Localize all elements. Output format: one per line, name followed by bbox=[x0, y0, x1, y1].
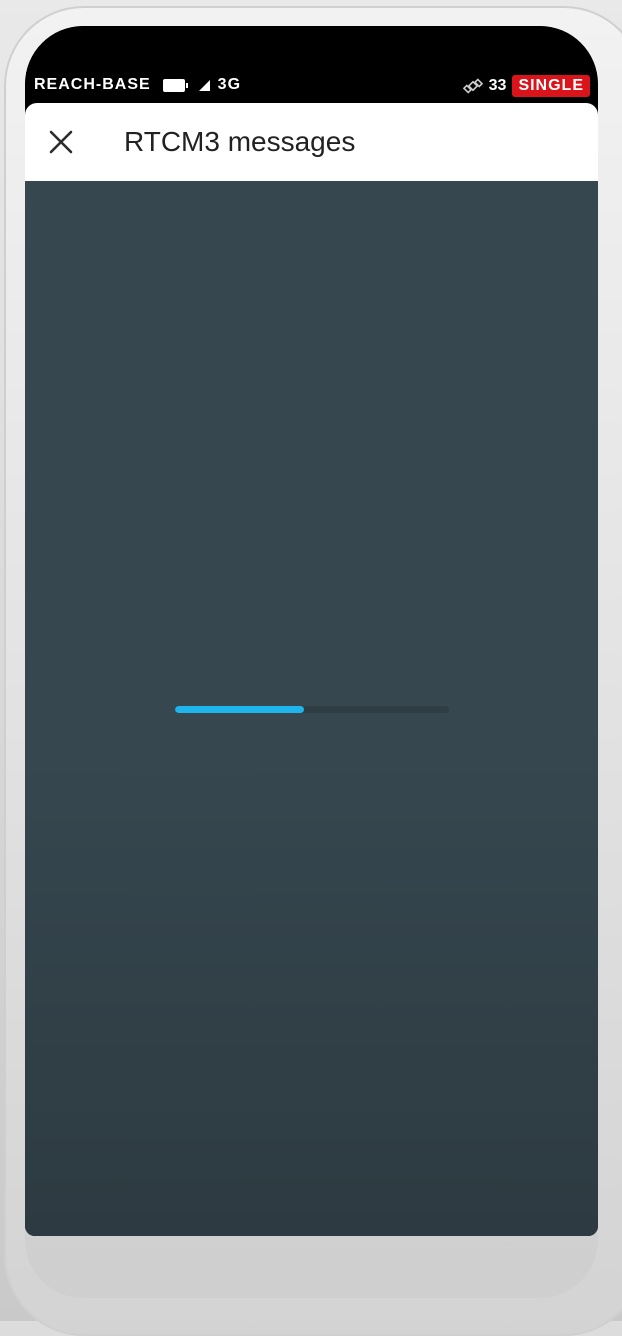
device-bezel: REACH-BASE 3G 33 SINGLE RTCM3 messages bbox=[25, 26, 598, 1298]
page-title: RTCM3 messages bbox=[124, 126, 356, 157]
app-bar: RTCM3 messages bbox=[25, 103, 598, 181]
device-frame: REACH-BASE 3G 33 SINGLE RTCM3 messages bbox=[0, 0, 622, 1336]
cellular-signal-icon bbox=[198, 79, 210, 91]
satellite-count: 33 bbox=[488, 77, 507, 94]
status-bar: REACH-BASE 3G 33 SINGLE bbox=[25, 26, 598, 103]
network-type: 3G bbox=[217, 76, 242, 93]
content-area bbox=[25, 181, 598, 1236]
close-icon[interactable] bbox=[47, 128, 75, 156]
progress-fill bbox=[175, 706, 304, 713]
satellite-icon bbox=[462, 78, 483, 94]
loading-progress-bar bbox=[175, 706, 449, 713]
battery-icon bbox=[162, 78, 188, 92]
solution-status-badge: SINGLE bbox=[512, 75, 590, 97]
screen: REACH-BASE 3G 33 SINGLE RTCM3 messages bbox=[25, 26, 598, 1236]
status-right: 33 SINGLE bbox=[462, 75, 590, 97]
device-name: REACH-BASE bbox=[34, 76, 151, 93]
status-left: REACH-BASE 3G bbox=[34, 76, 241, 94]
